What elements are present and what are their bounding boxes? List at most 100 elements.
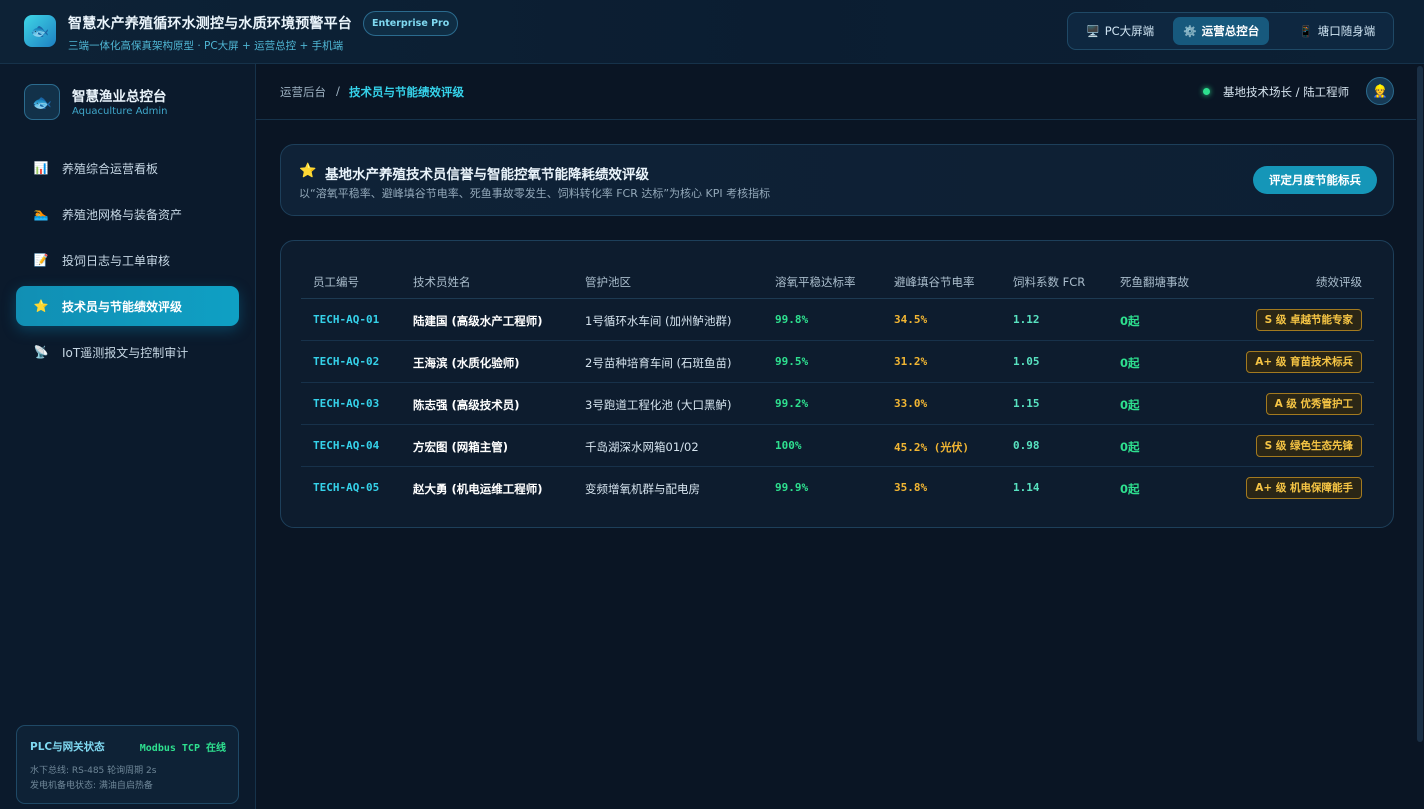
technician-name: 陈志强 (高级技术员) (413, 398, 520, 412)
current-user-name: 基地技术场长 / 陆工程师 (1223, 85, 1350, 99)
sidebar-item-label: 投饲日志与工单审核 (62, 253, 171, 268)
pond-area: 千岛湖深水网箱01/02 (585, 440, 699, 454)
column-header-saving-rate: 避峰填谷节电率 (894, 275, 975, 289)
sidebar: 🐟 智慧渔业总控台 Aquaculture Admin 📊 养殖综合运营看板 🏊… (0, 64, 256, 809)
pond-area: 1号循环水车间 (加州鲈池群) (585, 314, 732, 328)
sidebar-brand-title: 智慧渔业总控台 (72, 89, 167, 105)
sidebar-item-label: 养殖综合运营看板 (62, 161, 159, 176)
breadcrumb-bar: 运营后台 / 技术员与节能绩效评级 基地技术场长 / 陆工程师 👷 (256, 64, 1416, 120)
table-row[interactable]: TECH-AQ-04 方宏图 (网箱主管) 千岛湖深水网箱01/02 100% … (301, 425, 1374, 467)
saving-rate: 45.2% (光伏) (894, 441, 969, 454)
mode-mobile-button[interactable]: 📱 塘口随身端 (1289, 17, 1385, 45)
scrollbar-thumb[interactable] (1417, 66, 1423, 742)
sidebar-item-feeding-logs[interactable]: 📝 投饲日志与工单审核 (16, 240, 239, 280)
app-subtitle: 三端一体化高保真架构原型 · PC大屏 + 运营总控 + 手机端 (68, 40, 344, 52)
table-header: 员工编号 技术员姓名 管护池区 溶氧平稳达标率 避峰填谷节电率 饲料系数 FCR… (301, 265, 1374, 299)
column-header-employee-id: 员工编号 (313, 275, 359, 289)
sidebar-item-label: 技术员与节能绩效评级 (62, 299, 183, 314)
accident-count: 0起 (1120, 314, 1140, 328)
plc-generator-info: 发电机备电状态: 满油自启热备 (30, 781, 153, 791)
mode-label: PC大屏端 (1104, 24, 1155, 38)
sidebar-item-label: 养殖池网格与装备资产 (62, 207, 183, 222)
fcr-value: 1.15 (1013, 397, 1040, 410)
breadcrumb-root-link[interactable]: 运营后台 (280, 84, 326, 100)
column-header-name: 技术员姓名 (413, 275, 471, 289)
technician-name: 王海滨 (水质化验师) (413, 356, 520, 370)
pond-area: 3号跑道工程化池 (大口黑鲈) (585, 398, 732, 412)
fcr-value: 1.14 (1013, 481, 1040, 494)
employee-id: TECH-AQ-02 (313, 355, 380, 368)
platform-logo-icon: 🐟 (24, 15, 56, 47)
mode-switcher: 🖥️ PC大屏端 ⚙️ 运营总控台 📱 塘口随身端 (1067, 12, 1394, 50)
saving-rate: 31.2% (894, 355, 928, 368)
fcr-value: 1.05 (1013, 355, 1040, 368)
table-row[interactable]: TECH-AQ-02 王海滨 (水质化验师) 2号苗种培育车间 (石斑鱼苗) 9… (301, 341, 1374, 383)
do-rate: 99.8% (775, 313, 809, 326)
breadcrumb-separator: / (336, 84, 340, 98)
breadcrumb-current: 技术员与节能绩效评级 (349, 85, 464, 99)
pond-area: 2号苗种培育车间 (石斑鱼苗) (585, 356, 732, 370)
kpi-banner: ⭐ 基地水产养殖技术员信誉与智能控氧节能降耗绩效评级 以“溶氧平稳率、避峰填谷节… (280, 144, 1394, 216)
star-icon: ⭐ (299, 163, 317, 179)
table-row[interactable]: TECH-AQ-05 赵大勇 (机电运维工程师) 变频增氧机群与配电房 99.9… (301, 467, 1374, 509)
sidebar-item-iot-audit[interactable]: 📡 IoT遥测报文与控制审计 (16, 332, 239, 372)
gear-icon: ⚙️ (1183, 24, 1197, 38)
avatar[interactable]: 👷 (1366, 77, 1394, 105)
swimmer-icon: 🏊 (33, 207, 49, 221)
table-row[interactable]: TECH-AQ-01 陆建国 (高级水产工程师) 1号循环水车间 (加州鲈池群)… (301, 299, 1374, 341)
top-header: 🐟 智慧水产养殖循环水测控与水质环境预警平台 三端一体化高保真架构原型 · PC… (0, 0, 1424, 64)
sidebar-item-technician-rating[interactable]: ⭐ 技术员与节能绩效评级 (16, 286, 239, 326)
do-rate: 100% (775, 439, 802, 452)
employee-id: TECH-AQ-03 (313, 397, 380, 410)
fish-icon: 🐟 (24, 84, 60, 120)
technician-performance-table: 员工编号 技术员姓名 管护池区 溶氧平稳达标率 避峰填谷节电率 饲料系数 FCR… (280, 240, 1394, 528)
column-header-grade: 绩效评级 (1316, 275, 1362, 289)
accident-count: 0起 (1120, 440, 1140, 454)
fcr-value: 1.12 (1013, 313, 1040, 326)
edition-badge: Enterprise Pro (363, 11, 459, 36)
column-header-fcr: 饲料系数 FCR (1013, 275, 1086, 289)
column-header-do-rate: 溶氧平稳达标率 (775, 275, 856, 289)
satellite-antenna-icon: 📡 (33, 345, 49, 359)
evaluate-monthly-champion-button[interactable]: 评定月度节能标兵 (1253, 166, 1377, 194)
employee-id: TECH-AQ-05 (313, 481, 380, 494)
mode-pc-screen-button[interactable]: 🖥️ PC大屏端 (1076, 17, 1164, 45)
do-rate: 99.9% (775, 481, 809, 494)
technician-name: 赵大勇 (机电运维工程师) (413, 482, 543, 496)
grade-badge: S 级 绿色生态先锋 (1255, 435, 1362, 457)
memo-icon: 📝 (33, 253, 49, 267)
banner-title: 基地水产养殖技术员信誉与智能控氧节能降耗绩效评级 (325, 167, 649, 183)
accident-count: 0起 (1120, 356, 1140, 370)
app-title: 智慧水产养殖循环水测控与水质环境预警平台 (68, 16, 352, 32)
employee-id: TECH-AQ-04 (313, 439, 380, 452)
phone-icon: 📱 (1299, 24, 1313, 38)
technician-name: 方宏图 (网箱主管) (413, 440, 509, 454)
plc-gateway-status-card: PLC与网关状态 Modbus TCP 在线 水下总线: RS-485 轮询周期… (16, 725, 239, 804)
sidebar-item-pond-assets[interactable]: 🏊 养殖池网格与装备资产 (16, 194, 239, 234)
saving-rate: 34.5% (894, 313, 928, 326)
grade-badge: A+ 级 育苗技术标兵 (1246, 351, 1362, 373)
plc-online-status: Modbus TCP 在线 (139, 743, 226, 754)
column-header-accidents: 死鱼翻塘事故 (1120, 275, 1189, 289)
saving-rate: 33.0% (894, 397, 928, 410)
plc-card-title: PLC与网关状态 (30, 741, 105, 753)
monitor-icon: 🖥️ (1086, 24, 1100, 38)
grade-badge: S 级 卓越节能专家 (1255, 309, 1362, 331)
mode-label: 运营总控台 (1201, 24, 1260, 38)
do-rate: 99.2% (775, 397, 809, 410)
sidebar-item-operations-dashboard[interactable]: 📊 养殖综合运营看板 (16, 148, 239, 188)
column-header-pond: 管护池区 (585, 275, 631, 289)
star-icon: ⭐ (33, 299, 49, 313)
grade-badge: A 级 优秀管护工 (1265, 393, 1362, 415)
sidebar-item-label: IoT遥测报文与控制审计 (62, 345, 189, 360)
accident-count: 0起 (1120, 482, 1140, 496)
mode-label: 塘口随身端 (1317, 24, 1376, 38)
banner-description: 以“溶氧平稳率、避峰填谷节电率、死鱼事故零发生、饲料转化率 FCR 达标”为核心… (299, 187, 771, 200)
grade-badge: A+ 级 机电保障能手 (1246, 477, 1362, 499)
table-row[interactable]: TECH-AQ-03 陈志强 (高级技术员) 3号跑道工程化池 (大口黑鲈) 9… (301, 383, 1374, 425)
do-rate: 99.5% (775, 355, 809, 368)
pond-area: 变频增氧机群与配电房 (585, 482, 700, 496)
mode-ops-console-button[interactable]: ⚙️ 运营总控台 (1173, 17, 1270, 45)
saving-rate: 35.8% (894, 481, 928, 494)
employee-id: TECH-AQ-01 (313, 313, 380, 326)
